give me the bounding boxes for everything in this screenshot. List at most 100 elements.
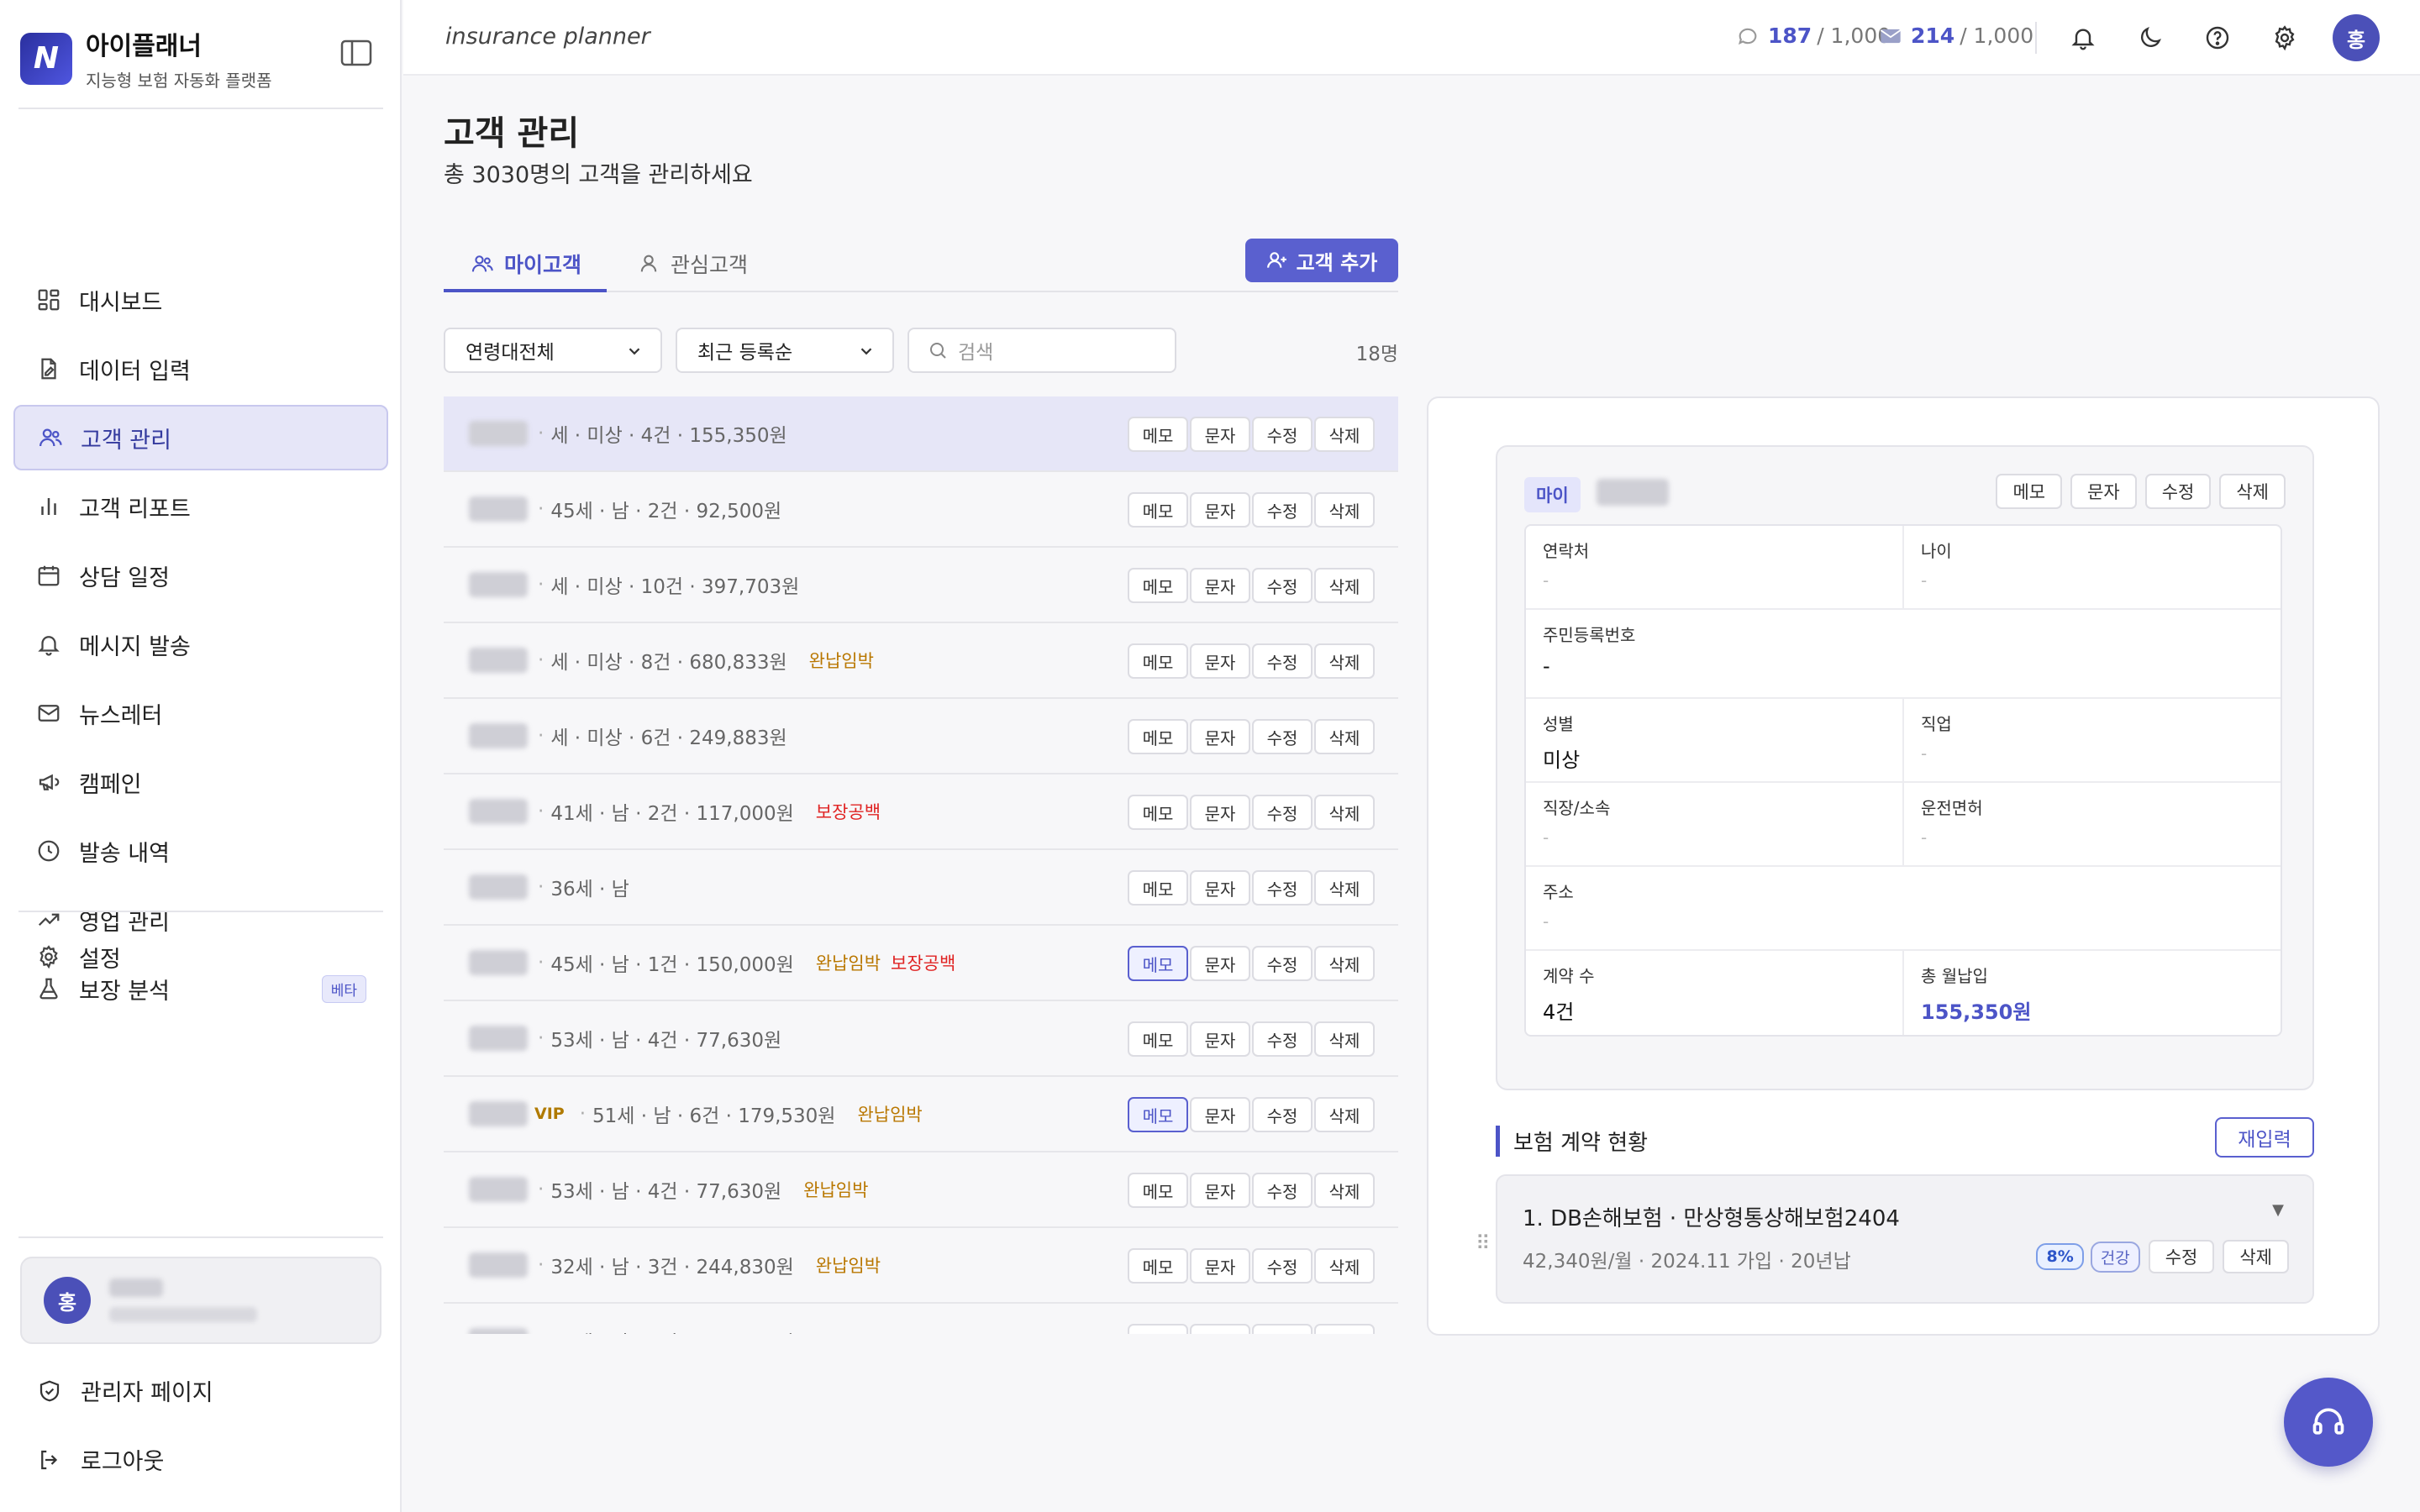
edit-button[interactable]: 수정 xyxy=(1252,417,1313,452)
sidebar-item-5[interactable]: 메시지 발송 xyxy=(13,612,388,677)
sms-button[interactable]: 문자 xyxy=(1190,492,1250,528)
customer-row[interactable]: · 41세 · 남 · 2건 · 117,000원 보장공백 메모 문자 수정 삭제 xyxy=(444,774,1398,850)
delete-button[interactable]: 삭제 xyxy=(1314,1248,1375,1284)
avatar[interactable]: 홍 xyxy=(2333,14,2380,61)
customer-row[interactable]: VIP · 51세 · 남 · 6건 · 179,530원 완납임박 메모 문자 수정 삭제 xyxy=(444,1077,1398,1152)
edit-button[interactable]: 수정 xyxy=(1252,568,1313,603)
help-icon[interactable] xyxy=(2202,22,2233,54)
customer-row[interactable]: · 세 · 미상 · 8건 · 680,833원 완납임박 메모 문자 수정 삭제 xyxy=(444,623,1398,699)
edit-button[interactable]: 수정 xyxy=(1252,1248,1313,1284)
edit-button[interactable]: 수정 xyxy=(1252,870,1313,906)
sms-button[interactable]: 문자 xyxy=(1190,1248,1250,1284)
memo-button[interactable]: 메모 xyxy=(1128,492,1188,528)
sms-button[interactable]: 문자 xyxy=(1190,1324,1250,1334)
sidebar-item-8[interactable]: 발송 내역 xyxy=(13,818,388,884)
sms-button[interactable]: 문자 xyxy=(1190,1173,1250,1208)
memo-button[interactable]: 메모 xyxy=(1128,1173,1188,1208)
moon-icon[interactable] xyxy=(2134,22,2166,54)
delete-button[interactable]: 삭제 xyxy=(1314,1097,1375,1132)
admin-page-link[interactable]: 관리자 페이지 xyxy=(37,1374,213,1407)
drag-handle-icon[interactable]: ⠿ xyxy=(1476,1231,1491,1255)
delete-button[interactable]: 삭제 xyxy=(1314,719,1375,754)
brand[interactable]: N 아이플래너 지능형 보험 자동화 플랫폼 xyxy=(20,25,271,92)
sidebar-item-6[interactable]: 뉴스레터 xyxy=(13,680,388,746)
memo-button[interactable]: 메모 xyxy=(1128,568,1188,603)
customer-row[interactable]: · 45세 · 남 · 2건 · 92,500원 메모 문자 수정 삭제 xyxy=(444,472,1398,548)
memo-button[interactable]: 메모 xyxy=(1128,1021,1188,1057)
sms-button[interactable]: 문자 xyxy=(1190,946,1250,981)
sidebar-item-3[interactable]: 고객 리포트 xyxy=(13,474,388,539)
add-customer-button[interactable]: 고객 추가 xyxy=(1245,239,1398,282)
delete-button[interactable]: 삭제 xyxy=(1314,568,1375,603)
edit-button[interactable]: 수정 xyxy=(1252,946,1313,981)
sidebar-toggle-icon[interactable] xyxy=(339,39,373,67)
contract-item[interactable]: 1. DB손해보험 · 만상형통상해보험2404 ▼ 42,340원/월 · 2… xyxy=(1496,1174,2314,1304)
delete-button[interactable]: 삭제 xyxy=(1314,492,1375,528)
sidebar-item-settings[interactable]: 설정 xyxy=(13,924,388,990)
sms-button[interactable]: 문자 xyxy=(1190,719,1250,754)
customer-row[interactable]: · 세 · 미상 · 10건 · 397,703원 메모 문자 수정 삭제 xyxy=(444,548,1398,623)
edit-button[interactable]: 수정 xyxy=(1252,795,1313,830)
memo-button[interactable]: 메모 xyxy=(1128,795,1188,830)
delete-button[interactable]: 삭제 xyxy=(1314,643,1375,679)
user-card[interactable]: 홍 xyxy=(20,1257,381,1344)
delete-button[interactable]: 삭제 xyxy=(1314,946,1375,981)
memo-button[interactable]: 메모 xyxy=(1128,1324,1188,1334)
sidebar-item-1[interactable]: 데이터 입력 xyxy=(13,336,388,402)
customer-row[interactable]: · 세 · 미상 · 6건 · 249,883원 메모 문자 수정 삭제 xyxy=(444,699,1398,774)
customer-row[interactable]: · 36세 · 남 메모 문자 수정 삭제 xyxy=(444,850,1398,926)
contract-edit-button[interactable]: 수정 xyxy=(2148,1240,2215,1273)
age-filter-select[interactable]: 연령대전체 xyxy=(444,328,662,373)
edit-button[interactable]: 수정 xyxy=(1252,1173,1313,1208)
sort-select[interactable]: 최근 등록순 xyxy=(676,328,894,373)
reenter-button[interactable]: 재입력 xyxy=(2215,1117,2314,1158)
support-chat-button[interactable] xyxy=(2284,1378,2373,1467)
caret-down-icon[interactable]: ▼ xyxy=(2272,1201,2284,1219)
memo-button[interactable]: 메모 xyxy=(1128,1248,1188,1284)
memo-button[interactable]: 메모 xyxy=(1996,474,2063,509)
edit-button[interactable]: 수정 xyxy=(2144,474,2212,509)
tab-my-customers[interactable]: 마이고객 xyxy=(471,240,581,287)
delete-button[interactable]: 삭제 xyxy=(1314,1021,1375,1057)
edit-button[interactable]: 수정 xyxy=(1252,1097,1313,1132)
delete-button[interactable]: 삭제 xyxy=(2219,474,2286,509)
edit-button[interactable]: 수정 xyxy=(1252,1324,1313,1334)
customer-row[interactable]: · 32세 · 남 · 3건 · 244,830원 완납임박 메모 문자 수정 삭제 xyxy=(444,1228,1398,1304)
sms-button[interactable]: 문자 xyxy=(1190,1097,1250,1132)
gear-icon[interactable] xyxy=(2269,22,2301,54)
sms-button[interactable]: 문자 xyxy=(1190,417,1250,452)
delete-button[interactable]: 삭제 xyxy=(1314,1173,1375,1208)
edit-button[interactable]: 수정 xyxy=(1252,643,1313,679)
sidebar-item-4[interactable]: 상담 일정 xyxy=(13,543,388,608)
memo-button[interactable]: 메모 xyxy=(1128,719,1188,754)
bell-icon[interactable] xyxy=(2067,22,2099,54)
edit-button[interactable]: 수정 xyxy=(1252,1021,1313,1057)
customer-row[interactable]: · 40세 · 남 · 3건 · 264,830원 메모문자수정삭제 xyxy=(444,1304,1398,1334)
customer-row[interactable]: · 53세 · 남 · 4건 · 77,630원 완납임박 메모 문자 수정 삭제 xyxy=(444,1152,1398,1228)
sms-button[interactable]: 문자 xyxy=(1190,643,1250,679)
delete-button[interactable]: 삭제 xyxy=(1314,1324,1375,1334)
memo-button[interactable]: 메모 xyxy=(1128,946,1188,981)
sidebar-item-0[interactable]: 대시보드 xyxy=(13,267,388,333)
customer-row[interactable]: · 45세 · 남 · 1건 · 150,000원 완납임박 보장공백 메모 문자 수정 삭제 xyxy=(444,926,1398,1001)
sidebar-item-7[interactable]: 캠페인 xyxy=(13,749,388,815)
memo-button[interactable]: 메모 xyxy=(1128,417,1188,452)
sidebar-item-2[interactable]: 고객 관리 xyxy=(13,405,388,470)
memo-button[interactable]: 메모 xyxy=(1128,643,1188,679)
logout-link[interactable]: 로그아웃 xyxy=(37,1443,164,1476)
edit-button[interactable]: 수정 xyxy=(1252,492,1313,528)
contract-delete-button[interactable]: 삭제 xyxy=(2223,1240,2289,1273)
delete-button[interactable]: 삭제 xyxy=(1314,795,1375,830)
edit-button[interactable]: 수정 xyxy=(1252,719,1313,754)
sms-button[interactable]: 문자 xyxy=(1190,1021,1250,1057)
sms-button[interactable]: 문자 xyxy=(1190,870,1250,906)
search-input[interactable]: 검색 xyxy=(908,328,1176,373)
customer-row[interactable]: · 53세 · 남 · 4건 · 77,630원 메모 문자 수정 삭제 xyxy=(444,1001,1398,1077)
memo-button[interactable]: 메모 xyxy=(1128,1097,1188,1132)
customer-row[interactable]: · 세 · 미상 · 4건 · 155,350원 메모 문자 수정 삭제 xyxy=(444,396,1398,472)
memo-button[interactable]: 메모 xyxy=(1128,870,1188,906)
sms-button[interactable]: 문자 xyxy=(2070,474,2137,509)
sms-button[interactable]: 문자 xyxy=(1190,568,1250,603)
sms-button[interactable]: 문자 xyxy=(1190,795,1250,830)
tab-interest-customers[interactable]: 관심고객 xyxy=(637,240,748,287)
